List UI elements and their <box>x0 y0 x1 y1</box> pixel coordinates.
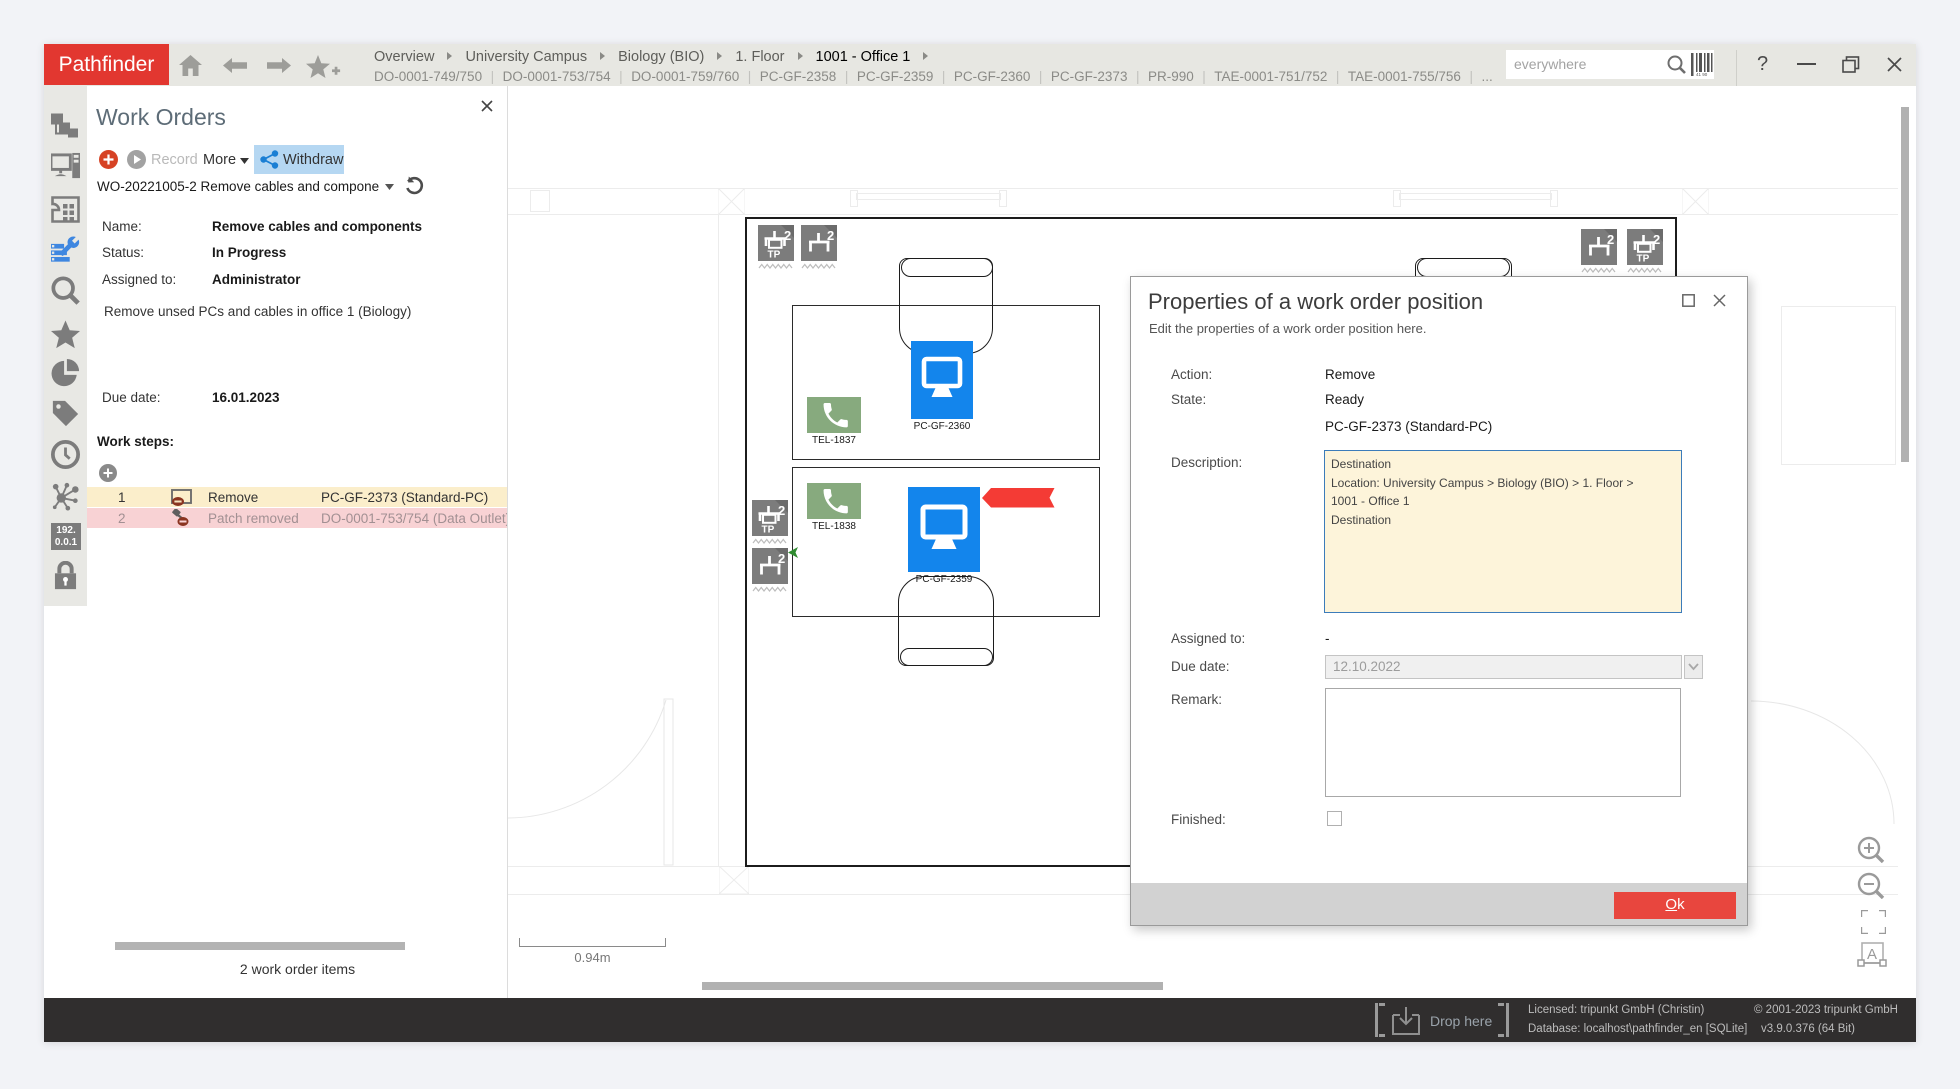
svg-text:TP: TP <box>768 250 781 261</box>
svg-text:TP: TP <box>762 525 775 536</box>
svg-text:TP: TP <box>1637 254 1650 265</box>
svg-text:41 90: 41 90 <box>1696 72 1708 76</box>
svg-text:A: A <box>1867 946 1877 963</box>
